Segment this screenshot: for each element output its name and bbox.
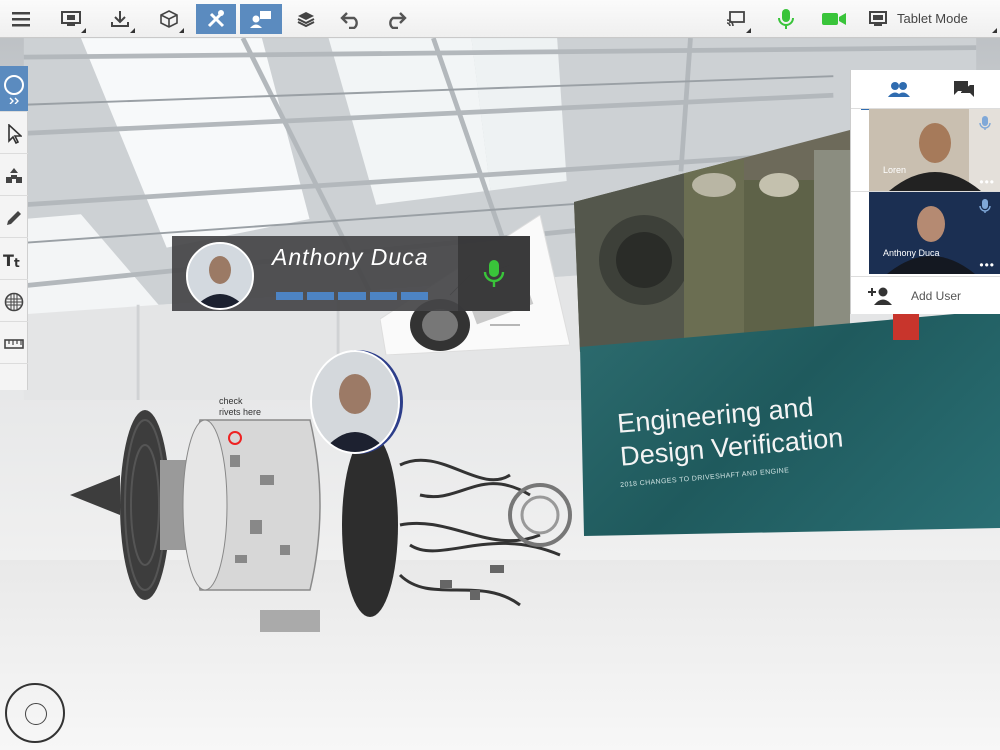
menu-icon[interactable] — [5, 4, 37, 34]
layers-icon[interactable] — [290, 4, 322, 34]
svg-text:t: t — [14, 256, 20, 269]
download-icon[interactable] — [104, 4, 136, 34]
dropdown-corner[interactable] — [968, 4, 998, 34]
navigation-joystick[interactable] — [5, 683, 65, 743]
microphone-icon[interactable] — [458, 236, 530, 311]
more-options-icon[interactable]: ••• — [979, 175, 995, 189]
avatar — [312, 352, 398, 452]
participant-avatar-bubble[interactable] — [310, 350, 400, 454]
presenter-icon[interactable] — [240, 4, 282, 34]
presentation-slide[interactable]: Engineering and Design Verification 2018… — [580, 310, 1000, 536]
participants-panel: Loren ••• Anthony Duca ••• Add User — [850, 70, 1000, 314]
tab-chat[interactable] — [926, 70, 1000, 108]
microphone-icon[interactable] — [770, 4, 802, 34]
left-tool-rail: Tt — [0, 66, 28, 390]
add-user-button[interactable]: Add User — [851, 276, 1000, 315]
add-user-label: Add User — [911, 289, 962, 303]
screen-share-icon[interactable] — [55, 4, 87, 34]
annotation-text-line1: check — [219, 396, 243, 406]
ruler-icon[interactable] — [0, 324, 28, 364]
slide-title: Engineering and Design Verification — [616, 382, 921, 474]
participant-name: Loren — [883, 165, 907, 175]
model-annotation[interactable]: check rivets here — [219, 396, 279, 418]
slide-marker — [893, 312, 919, 340]
participant-name: Anthony Duca — [883, 248, 940, 258]
tab-participants[interactable] — [861, 70, 936, 110]
active-speaker-card[interactable]: Anthony Duca — [172, 236, 530, 311]
shared-video-panel[interactable] — [574, 130, 854, 352]
cast-icon[interactable] — [720, 4, 752, 34]
tablet-icon[interactable] — [862, 4, 894, 34]
avatar — [186, 242, 254, 310]
audio-level-meter — [276, 292, 429, 300]
redo-icon[interactable] — [380, 4, 412, 34]
participant-tile[interactable]: Anthony Duca ••• — [851, 191, 1000, 274]
microphone-icon — [979, 198, 991, 219]
pencil-icon[interactable] — [0, 198, 28, 238]
tablet-mode-label[interactable]: Tablet Mode — [897, 11, 968, 26]
material-icon[interactable] — [0, 282, 28, 322]
add-user-icon — [867, 287, 893, 310]
more-options-icon[interactable]: ••• — [979, 258, 995, 272]
microphone-icon — [979, 115, 991, 136]
navigate-icon[interactable] — [0, 66, 28, 112]
tools-icon[interactable] — [196, 4, 236, 34]
undo-icon[interactable] — [335, 4, 367, 34]
cube-icon[interactable] — [153, 4, 185, 34]
annotation-text-line2: rivets here — [219, 407, 262, 417]
participant-tile[interactable]: Loren ••• — [851, 108, 1000, 191]
text-icon[interactable]: Tt — [0, 240, 28, 280]
speaker-name: Anthony Duca — [272, 244, 429, 270]
top-toolbar: Tablet Mode — [0, 0, 1000, 38]
explode-icon[interactable] — [0, 156, 28, 196]
svg-text:T: T — [3, 251, 14, 269]
pointer-icon[interactable] — [0, 114, 28, 154]
video-camera-icon[interactable] — [818, 4, 850, 34]
